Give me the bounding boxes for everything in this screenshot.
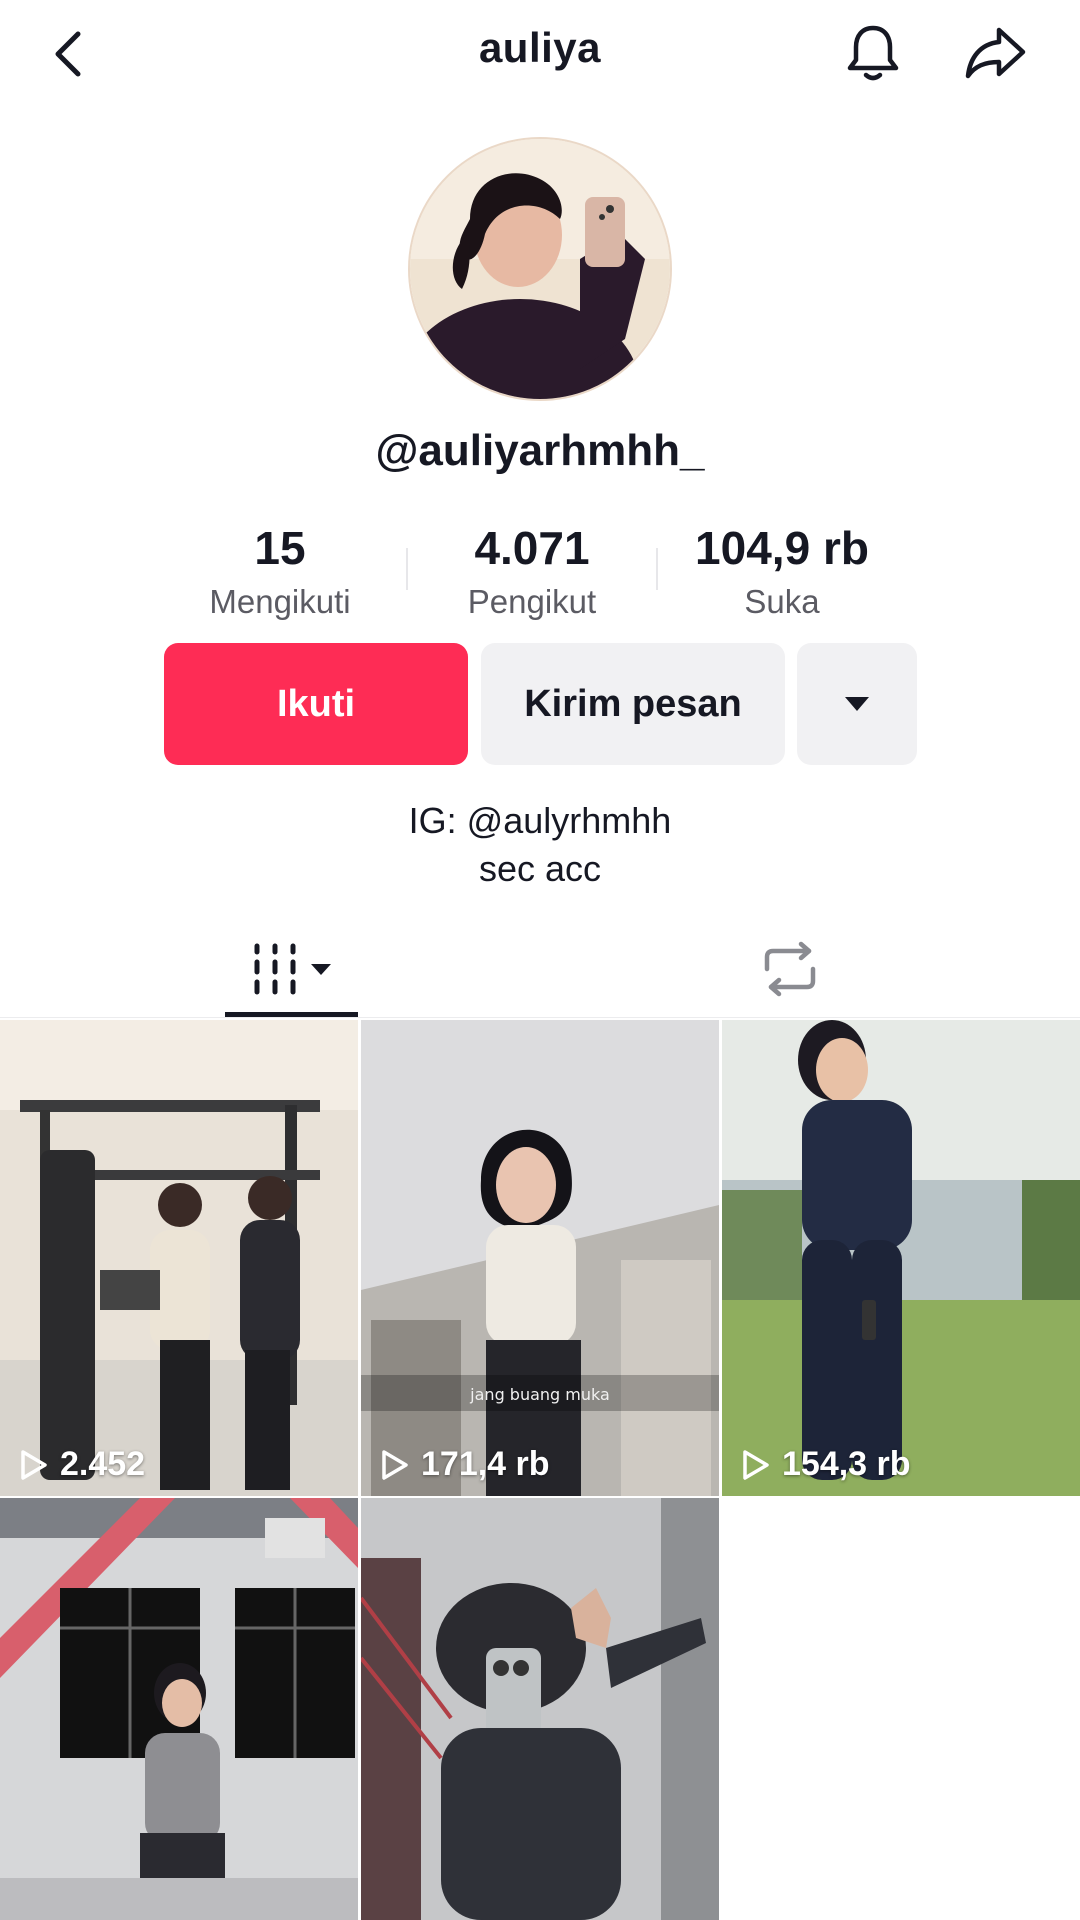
video-tile[interactable] (0, 1498, 358, 1920)
stat-followers-value: 4.071 (474, 522, 590, 574)
avatar-photo (410, 139, 670, 399)
video-grid: 2.452 jang buang muka 171,4 rb 154,3 rb (0, 1020, 1080, 1920)
stat-likes: 104,9 rb Suka (662, 520, 902, 624)
follow-button[interactable]: Ikuti (164, 643, 468, 765)
notification-button[interactable] (838, 18, 908, 88)
stat-likes-label: Suka (744, 583, 820, 620)
profile-bio: IG: @aulyrhmhh sec acc (0, 797, 1080, 893)
profile-page: auliya @auliyarhmhh_ 15 Mengikuti 4.071 … (0, 0, 1080, 1920)
play-icon (743, 1449, 769, 1480)
bio-line: IG: @aulyrhmhh (408, 800, 672, 841)
stat-following[interactable]: 15 Mengikuti (160, 520, 400, 624)
video-thumbnail (0, 1498, 358, 1920)
bio-line: sec acc (478, 848, 602, 889)
view-count: 2.452 (16, 1445, 145, 1484)
stat-followers[interactable]: 4.071 Pengikut (412, 520, 652, 624)
bell-icon (847, 25, 899, 81)
view-count-text: 154,3 rb (782, 1445, 911, 1483)
active-tab-indicator (225, 1012, 358, 1017)
top-bar: auliya (0, 0, 1080, 110)
video-tile[interactable] (361, 1498, 719, 1920)
share-arrow-icon (965, 27, 1026, 79)
page-title: auliya (478, 24, 602, 71)
avatar[interactable] (408, 137, 672, 401)
view-count: 154,3 rb (738, 1445, 911, 1484)
stat-followers-label: Pengikut (467, 583, 597, 620)
overlay-caption: jang buang muka (469, 1385, 610, 1404)
video-tile[interactable]: 154,3 rb (722, 1020, 1080, 1496)
video-grid-icon (254, 943, 331, 995)
video-thumbnail (361, 1498, 719, 1920)
content-tabs (0, 920, 1080, 1018)
stat-following-label: Mengikuti (209, 583, 351, 620)
view-count: 171,4 rb (377, 1445, 550, 1484)
video-thumbnail (722, 1020, 1080, 1496)
play-icon (21, 1449, 47, 1480)
video-thumbnail: jang buang muka (361, 1020, 719, 1496)
repost-icon (764, 941, 816, 997)
stat-likes-value: 104,9 rb (695, 522, 869, 574)
play-icon (382, 1449, 408, 1480)
profile-stats: 15 Mengikuti 4.071 Pengikut 104,9 rb Suk… (0, 520, 1080, 630)
stat-divider (406, 548, 408, 590)
video-tile[interactable]: 2.452 (0, 1020, 358, 1496)
tab-videos[interactable] (225, 920, 358, 1018)
share-button[interactable] (958, 18, 1034, 88)
profile-handle: @auliyarhmhh_ (375, 426, 705, 475)
tab-reposts[interactable] (720, 920, 860, 1018)
suggested-accounts-button[interactable] (797, 643, 917, 765)
view-count-text: 2.452 (60, 1445, 146, 1483)
video-thumbnail (0, 1020, 358, 1496)
stat-following-value: 15 (254, 522, 306, 574)
caret-down-icon (845, 697, 869, 711)
stat-divider (656, 548, 658, 590)
video-tile[interactable]: jang buang muka 171,4 rb (361, 1020, 719, 1496)
view-count-text: 171,4 rb (421, 1445, 550, 1483)
send-message-button[interactable]: Kirim pesan (481, 643, 785, 765)
